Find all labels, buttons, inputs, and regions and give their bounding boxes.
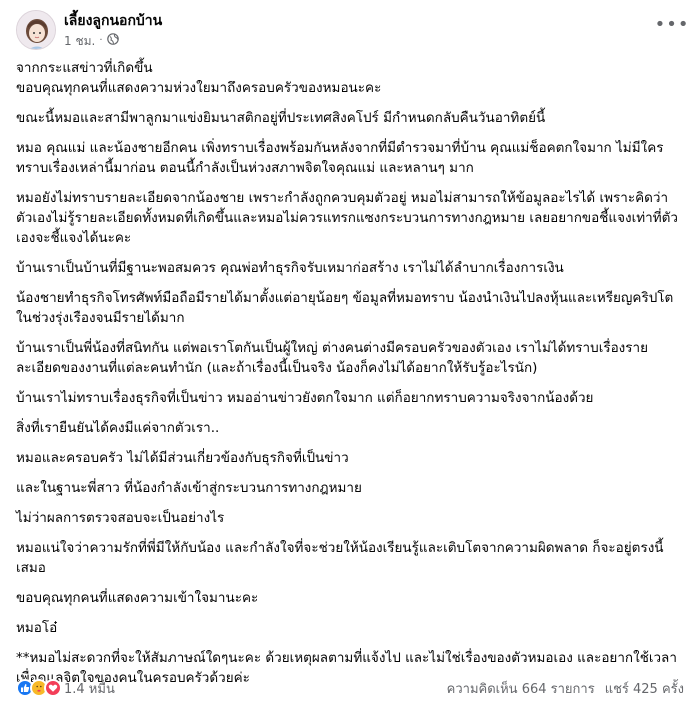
meta-separator: · [99, 35, 103, 46]
post-paragraph: จากกระแสข่าวที่เกิดขึ้น ขอบคุณทุกคนที่แส… [16, 60, 382, 96]
post-header-info: เลี้ยงลูกนอกบ้าน 1 ชม. · [64, 10, 162, 49]
comment-count[interactable]: ความคิดเห็น 664 รายการ [447, 678, 595, 699]
reaction-count[interactable]: 1.4 หมื่น [64, 678, 115, 699]
post-header: เลี้ยงลูกนอกบ้าน 1 ชม. · ••• [16, 0, 689, 58]
post-footer: 1.4 หมื่น ความคิดเห็น 664 รายการ แชร์ 42… [16, 676, 684, 700]
post-paragraph: บ้านเราไม่ทราบเรื่องธุรกิจที่เป็นข่าว หม… [16, 390, 594, 406]
post-paragraph: หมอแน่ใจว่าความรักที่พี่มีให้กับน้อง และ… [16, 540, 664, 576]
globe-icon[interactable] [106, 33, 119, 49]
post-paragraph: สิ่งที่เรายืนยันได้คงมีแค่จากตัวเรา.. [16, 420, 220, 436]
post-paragraph: บ้านเราเป็นพี่น้องที่สนิทกัน แต่พอเราโตก… [16, 340, 649, 376]
post-paragraph: หมอ คุณแม่ และน้องชายอีกคน เพิ่งทราบเรื่… [16, 140, 664, 176]
page-name[interactable]: เลี้ยงลูกนอกบ้าน [64, 12, 162, 30]
post-paragraph: บ้านเราเป็นบ้านที่มีฐานะพอสมควร คุณพ่อทำ… [16, 260, 564, 276]
post-paragraph: หมอยังไม่ทราบรายละเอียดจากน้องชาย เพราะก… [16, 190, 678, 246]
post-paragraph: น้องชายทำธุรกิจโทรศัพท์มือถือมีรายได้มาต… [16, 290, 674, 326]
love-icon [44, 679, 62, 697]
post-body: จากกระแสข่าวที่เกิดขึ้น ขอบคุณทุกคนที่แส… [16, 58, 684, 688]
post-paragraph: ขอบคุณทุกคนที่แสดงความเข้าใจมานะคะ [16, 590, 259, 606]
post-paragraph: ขณะนี้หมอและสามีพาลูกมาแข่งยิมนาสติกอยู่… [16, 110, 546, 126]
post-paragraph: ไม่ว่าผลการตรวจสอบจะเป็นอย่างไร [16, 510, 225, 526]
avatar[interactable] [16, 10, 56, 50]
engagement-counts: ความคิดเห็น 664 รายการ แชร์ 425 ครั้ง [447, 678, 684, 699]
post-paragraph: และในฐานะพี่สาว ที่น้องกำลังเข้าสู่กระบว… [16, 480, 362, 496]
reaction-icons [16, 679, 62, 697]
post-paragraph: หมอและครอบครัว ไม่ได้มีส่วนเกี่ยวข้องกับ… [16, 450, 349, 466]
post-signature: หมอโอ๋ [16, 620, 58, 636]
facebook-post: เลี้ยงลูกนอกบ้าน 1 ชม. · ••• จากกระแสข่า… [0, 0, 700, 712]
more-options-icon[interactable]: ••• [655, 14, 689, 35]
post-meta: 1 ชม. · [64, 33, 162, 49]
share-count[interactable]: แชร์ 425 ครั้ง [605, 678, 684, 699]
reaction-summary[interactable]: 1.4 หมื่น [16, 678, 115, 699]
post-time[interactable]: 1 ชม. [64, 33, 95, 49]
